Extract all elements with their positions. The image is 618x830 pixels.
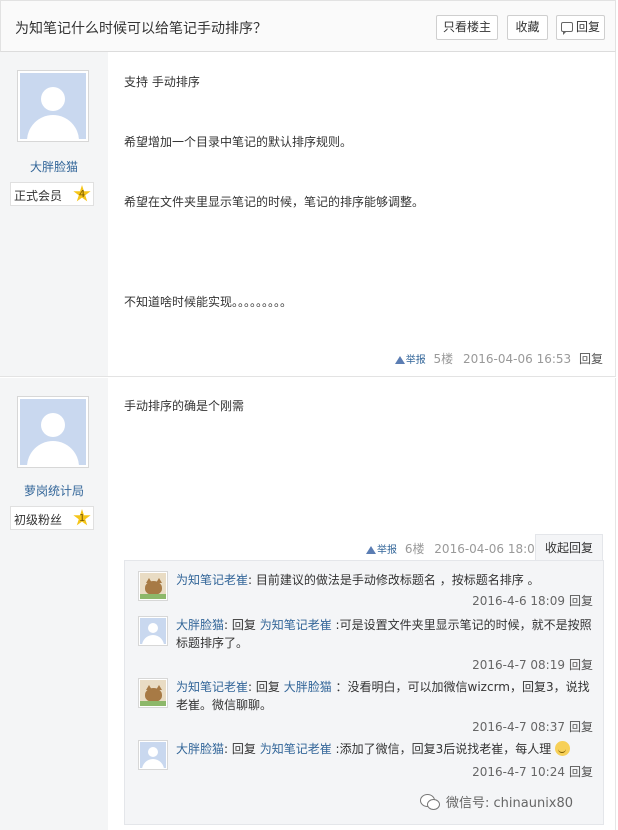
comment-body: :添加了微信，回复3后说找老崔，每人理 bbox=[331, 742, 552, 756]
post-reply-link[interactable]: 回复 bbox=[579, 352, 603, 366]
comment-text: 大胖脸猫: 回复 为知笔记老崔 :添加了微信，回复3后说找老崔，每人理 bbox=[176, 740, 594, 758]
member-rank: 初级粉丝 1 bbox=[10, 506, 94, 530]
comment-meta: 2016-4-6 18:09 回复 bbox=[472, 592, 593, 609]
post-text-line: 希望增加一个目录中笔记的默认排序规则。 bbox=[124, 135, 353, 149]
comment-reply-link[interactable]: 回复 bbox=[569, 720, 593, 734]
comment-user[interactable]: 为知笔记老崔 bbox=[176, 680, 248, 694]
avatar[interactable] bbox=[17, 396, 89, 468]
avatar[interactable] bbox=[138, 571, 168, 601]
sweat-smile-emoji-icon bbox=[555, 741, 571, 756]
avatar[interactable] bbox=[17, 70, 89, 142]
cat-avatar-icon bbox=[140, 680, 166, 706]
collapse-replies-button[interactable]: 收起回复 bbox=[535, 534, 603, 560]
avatar[interactable] bbox=[138, 678, 168, 708]
comment-reply-link[interactable]: 回复 bbox=[569, 658, 593, 672]
comment-reply-prefix: : 回复 bbox=[248, 680, 284, 694]
default-avatar-icon bbox=[20, 399, 86, 465]
avatar[interactable] bbox=[138, 740, 168, 770]
comment-reply-target[interactable]: 为知笔记老崔 bbox=[260, 742, 332, 756]
rank-label: 正式会员 bbox=[14, 189, 63, 203]
floor-number: 6楼 bbox=[404, 542, 425, 556]
author-name[interactable]: 大胖脸猫 bbox=[0, 158, 108, 175]
comment-body: :可是设置文件夹里显示笔记的时候，就不是按照 bbox=[331, 618, 592, 632]
avatar[interactable] bbox=[138, 616, 168, 646]
author-sidebar: 大胖脸猫 正式会员 4 bbox=[0, 52, 108, 376]
level-star-icon: 4 bbox=[73, 185, 91, 202]
comment-user[interactable]: 为知笔记老崔 bbox=[176, 573, 248, 587]
comment-time: 2016-4-7 08:19 bbox=[472, 658, 565, 672]
reply-button-label: 回复 bbox=[575, 20, 600, 34]
wechat-icon bbox=[420, 794, 440, 810]
comment-text: 为知笔记老崔: 目前建议的做法是手动修改标题名 ，按标题名排序 。 bbox=[176, 571, 594, 589]
wechat-watermark: 微信号: chinaunix80 bbox=[420, 793, 573, 815]
comment-meta: 2016-4-7 08:37 回复 bbox=[472, 718, 593, 735]
thread-title: 为知笔记什么时候可以给笔记手动排序？ bbox=[15, 21, 267, 37]
post-time: 2016-04-06 18:02 bbox=[434, 542, 543, 556]
comment-body-cont: 老崔。微信聊聊。 bbox=[176, 698, 273, 712]
default-avatar-icon bbox=[20, 73, 86, 139]
comment-reply-prefix: : 回复 bbox=[224, 618, 260, 632]
post-meta: 举报 5楼 2016-04-06 16:53 回复 bbox=[394, 350, 603, 367]
report-link[interactable]: 举报 bbox=[377, 545, 397, 556]
favorite-button[interactable]: 收藏 bbox=[507, 15, 548, 40]
comment-time: 2016-4-7 08:37 bbox=[472, 720, 565, 734]
comment-body: ：没看明白，可以加微信wizcrm，回复3，说找 bbox=[331, 680, 590, 694]
warning-icon bbox=[366, 546, 376, 554]
only-owner-button[interactable]: 只看楼主 bbox=[436, 15, 498, 40]
comment-reply-target[interactable]: 为知笔记老崔 bbox=[260, 618, 332, 632]
reply-icon bbox=[560, 22, 573, 35]
report-link[interactable]: 举报 bbox=[406, 355, 426, 366]
level-star-icon: 1 bbox=[73, 509, 91, 526]
post-text-line: 不知道啥时候能实现。。。。。。。。。 bbox=[124, 295, 293, 309]
comment-text: 为知笔记老崔: 回复 大胖脸猫 ：没看明白，可以加微信wizcrm，回复3，说找… bbox=[176, 678, 594, 714]
floor-number: 5楼 bbox=[433, 352, 454, 366]
comment-item: 为知笔记老崔: 回复 大胖脸猫 ：没看明白，可以加微信wizcrm，回复3，说找… bbox=[138, 678, 593, 734]
comment-panel: 为知笔记老崔: 目前建议的做法是手动修改标题名 ，按标题名排序 。 2016-4… bbox=[124, 560, 604, 825]
rank-label: 初级粉丝 bbox=[14, 513, 63, 527]
comment-item: 大胖脸猫: 回复 为知笔记老崔 :可是设置文件夹里显示笔记的时候，就不是按照标题… bbox=[138, 616, 593, 672]
post-time: 2016-04-06 16:53 bbox=[463, 352, 572, 366]
default-avatar-icon bbox=[140, 618, 166, 644]
comment-reply-target[interactable]: 大胖脸猫 bbox=[284, 680, 332, 694]
thread-header: 为知笔记什么时候可以给笔记手动排序？ 只看楼主 收藏 回复 bbox=[0, 0, 616, 52]
reply-button[interactable]: 回复 bbox=[556, 15, 605, 40]
post-meta: 举报 6楼 2016-04-06 18:02 bbox=[366, 540, 546, 557]
default-avatar-icon bbox=[140, 742, 166, 768]
author-name[interactable]: 萝岗统计局 bbox=[0, 482, 108, 499]
comment-user[interactable]: 大胖脸猫 bbox=[176, 618, 224, 632]
comment-user[interactable]: 大胖脸猫 bbox=[176, 742, 224, 756]
watermark-text: 微信号: chinaunix80 bbox=[446, 796, 574, 811]
comment-text: 大胖脸猫: 回复 为知笔记老崔 :可是设置文件夹里显示笔记的时候，就不是按照标题… bbox=[176, 616, 594, 652]
comment-meta: 2016-4-7 08:19 回复 bbox=[472, 656, 593, 673]
comment-reply-link[interactable]: 回复 bbox=[569, 594, 593, 608]
comment-item: 大胖脸猫: 回复 为知笔记老崔 :添加了微信，回复3后说找老崔，每人理 2016… bbox=[138, 740, 593, 784]
member-rank: 正式会员 4 bbox=[10, 182, 94, 206]
author-sidebar: 萝岗统计局 初级粉丝 1 bbox=[0, 378, 108, 830]
comment-time: 2016-4-6 18:09 bbox=[472, 594, 565, 608]
post-text-line: 支持 手动排序 bbox=[124, 75, 200, 89]
comment-body-cont: 标题排序了。 bbox=[176, 636, 249, 650]
post-text-line: 希望在文件夹里显示笔记的时候，笔记的排序能够调整。 bbox=[124, 195, 425, 209]
comment-item: 为知笔记老崔: 目前建议的做法是手动修改标题名 ，按标题名排序 。 2016-4… bbox=[138, 571, 593, 615]
post-text-line: 手动排序的确是个刚需 bbox=[124, 399, 245, 413]
comment-body: : 目前建议的做法是手动修改标题名 ，按标题名排序 。 bbox=[248, 573, 540, 587]
post-floor-5: 大胖脸猫 正式会员 4 支持 手动排序 希望增加一个目录中笔记的默认排序规则。 … bbox=[0, 52, 616, 377]
comment-reply-prefix: : 回复 bbox=[224, 742, 260, 756]
comment-meta: 2016-4-7 10:24 回复 bbox=[472, 763, 593, 780]
comment-time: 2016-4-7 10:24 bbox=[472, 765, 565, 779]
post-floor-6: 萝岗统计局 初级粉丝 1 手动排序的确是个刚需 举报 6楼 2016-04-06… bbox=[0, 378, 616, 830]
comment-reply-link[interactable]: 回复 bbox=[569, 765, 593, 779]
cat-avatar-icon bbox=[140, 573, 166, 599]
warning-icon bbox=[394, 356, 405, 364]
